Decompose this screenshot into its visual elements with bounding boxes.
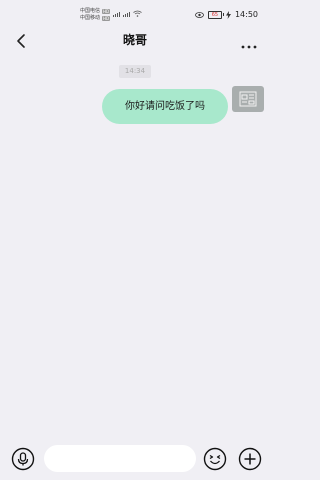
more-horizontal-icon: [241, 45, 257, 49]
chat-title: 晓哥: [122, 33, 147, 47]
nav-bar: 晓哥: [0, 28, 270, 54]
input-bar: [0, 440, 270, 480]
emoji-button[interactable]: [203, 447, 227, 471]
message-timestamp: 14:34: [119, 65, 151, 78]
carrier-1-label: 中国电信: [80, 8, 101, 14]
microphone-icon: [11, 447, 35, 471]
status-right: 65 14:50: [195, 10, 258, 19]
emoji-icon: [203, 447, 227, 471]
more-options-button[interactable]: [240, 36, 258, 49]
carrier-2-label: 中国移动: [80, 15, 101, 21]
message-bubble-outgoing[interactable]: 你好请问吃饭了吗: [102, 89, 228, 124]
hd-badge-2: HD: [102, 16, 111, 21]
status-time: 14:50: [234, 10, 258, 19]
wifi-icon: [133, 10, 142, 17]
message-input[interactable]: [44, 445, 196, 472]
avatar[interactable]: [232, 86, 264, 112]
signal-icon: [113, 10, 142, 17]
hd-badge: HD: [102, 9, 111, 14]
status-bar: 中国电信 HD 中国移动 HD 65 14:50: [0, 0, 270, 30]
battery-icon: 65: [207, 10, 224, 19]
more-actions-button[interactable]: [238, 447, 262, 471]
plus-icon: [238, 447, 262, 471]
carrier-info: 中国电信 HD 中国移动 HD: [80, 8, 111, 22]
voice-input-button[interactable]: [11, 447, 35, 471]
charging-icon: [225, 10, 231, 19]
avatar-image: [239, 91, 257, 107]
eye-icon: [195, 11, 204, 18]
